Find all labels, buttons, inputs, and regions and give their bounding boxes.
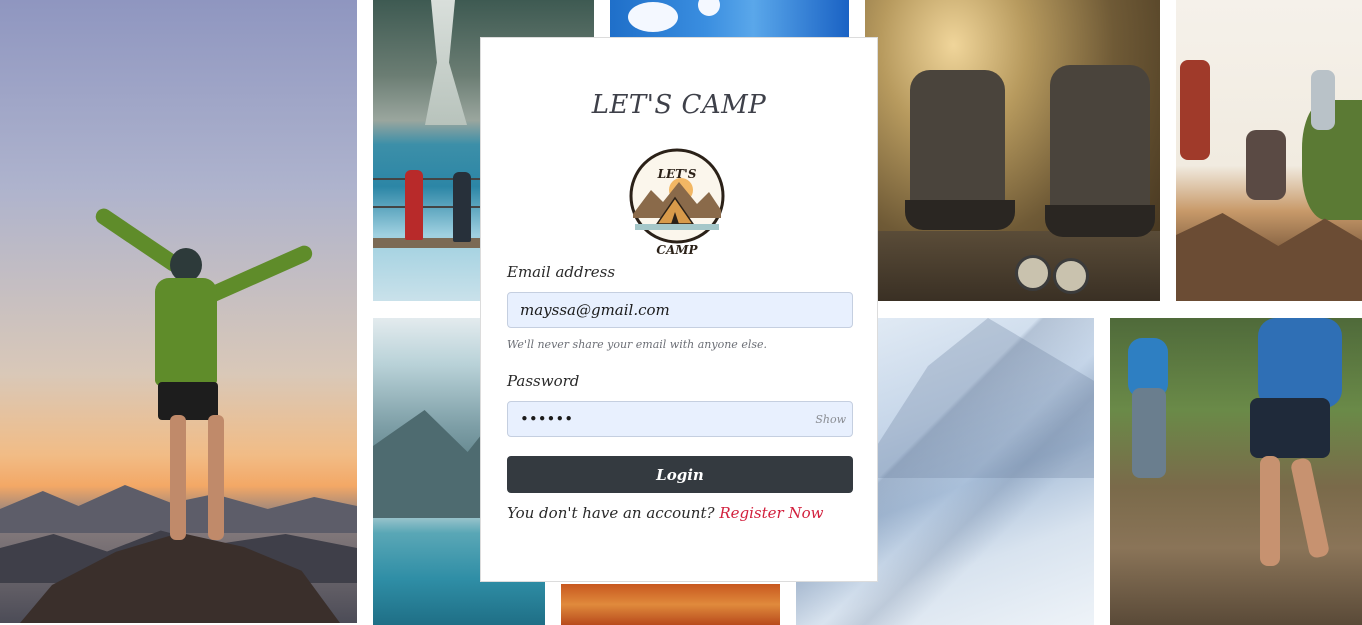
page-title: LET'S CAMP <box>591 90 767 120</box>
show-password-toggle[interactable]: Show <box>815 413 846 426</box>
background-photo-summit-hiker <box>0 0 357 623</box>
svg-text:CAMP: CAMP <box>656 243 698 257</box>
svg-text:LET'S: LET'S <box>657 167 697 181</box>
login-card: LET'S CAMP LET'S CAMP Email address mays… <box>480 37 878 582</box>
email-help-text: We'll never share your email with anyone… <box>507 338 767 351</box>
background-photo-trail-hikers <box>1110 318 1362 625</box>
login-button[interactable]: Login <box>507 456 853 493</box>
register-prompt: You don't have an account? Register Now <box>507 504 823 522</box>
email-value: mayssa@gmail.com <box>520 301 670 319</box>
background-photo-hikers-resting <box>1176 0 1362 301</box>
camp-logo-icon: LET'S CAMP <box>629 148 725 257</box>
email-label: Email address <box>507 263 616 281</box>
background-photo-canyon <box>561 584 780 625</box>
register-now-link[interactable]: Register Now <box>719 504 823 522</box>
register-prompt-text: You don't have an account? <box>507 504 715 522</box>
background-photo-hiking-boots <box>865 0 1160 301</box>
password-field[interactable]: •••••• Show <box>507 401 853 437</box>
password-value: •••••• <box>520 410 574 428</box>
password-label: Password <box>507 372 580 390</box>
background-photo-blue-sky <box>610 0 849 37</box>
login-page: LET'S CAMP LET'S CAMP Email address mays… <box>0 0 1362 625</box>
email-field[interactable]: mayssa@gmail.com <box>507 292 853 328</box>
